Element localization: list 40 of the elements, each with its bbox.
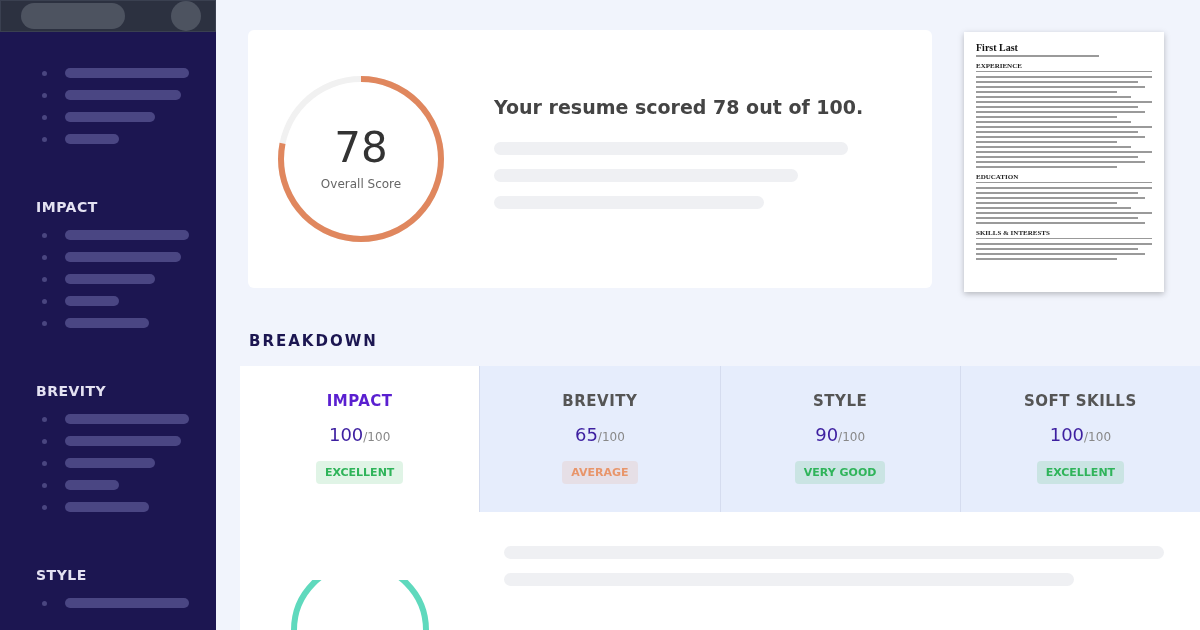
category-tab[interactable]: SOFT SKILLS 100/100 EXCELLENT — [959, 366, 1200, 512]
bullet-dot — [42, 254, 47, 260]
rating-badge: EXCELLENT — [315, 461, 404, 484]
placeholder-bar — [65, 480, 119, 490]
bullet-dot — [42, 438, 47, 444]
bullet-dot — [42, 136, 47, 142]
bullet-dot — [42, 460, 47, 466]
bullet-dot — [42, 276, 47, 282]
bullet-dot — [42, 504, 47, 510]
bullet-dot — [42, 416, 47, 422]
score-label: Overall Score — [320, 177, 402, 191]
breakdown-title: BREAKDOWN — [249, 332, 379, 350]
rating-badge: VERY GOOD — [794, 461, 886, 484]
rating-badge: AVERAGE — [562, 461, 638, 484]
rating-badge: EXCELLENT — [1036, 461, 1125, 484]
category-score: 90/100 — [815, 424, 866, 445]
placeholder-bar — [65, 134, 119, 144]
category-tab[interactable]: BREVITY 65/100 AVERAGE — [479, 366, 720, 512]
bullet-dot — [42, 70, 47, 76]
bullet-dot — [42, 320, 47, 326]
gauge-arc-icon — [290, 580, 430, 630]
bullet-dot — [42, 232, 47, 238]
sidebar-section-title: IMPACT — [36, 198, 99, 216]
category-score: 100/100 — [1049, 424, 1112, 445]
bullet-dot — [42, 92, 47, 98]
sidebar-section-title: BREVITY — [36, 382, 108, 400]
resume-name: First Last — [976, 42, 1019, 53]
bullet-dot — [42, 298, 47, 304]
avatar-circle — [171, 1, 201, 31]
category-score: 65/100 — [574, 424, 625, 445]
category-tab[interactable]: IMPACT 100/100 EXCELLENT — [240, 366, 480, 512]
category-score: 100/100 — [328, 424, 391, 445]
placeholder-bar — [65, 296, 119, 306]
bullet-dot — [42, 600, 47, 606]
bullet-dot — [42, 482, 47, 488]
bullet-dot — [42, 114, 47, 120]
category-tab[interactable]: STYLE 90/100 VERY GOOD — [719, 366, 960, 512]
score-value: 78 — [334, 127, 388, 169]
sidebar-section-title: STYLE — [36, 566, 88, 584]
score-headline: Your resume scored 78 out of 100. — [494, 95, 864, 118]
